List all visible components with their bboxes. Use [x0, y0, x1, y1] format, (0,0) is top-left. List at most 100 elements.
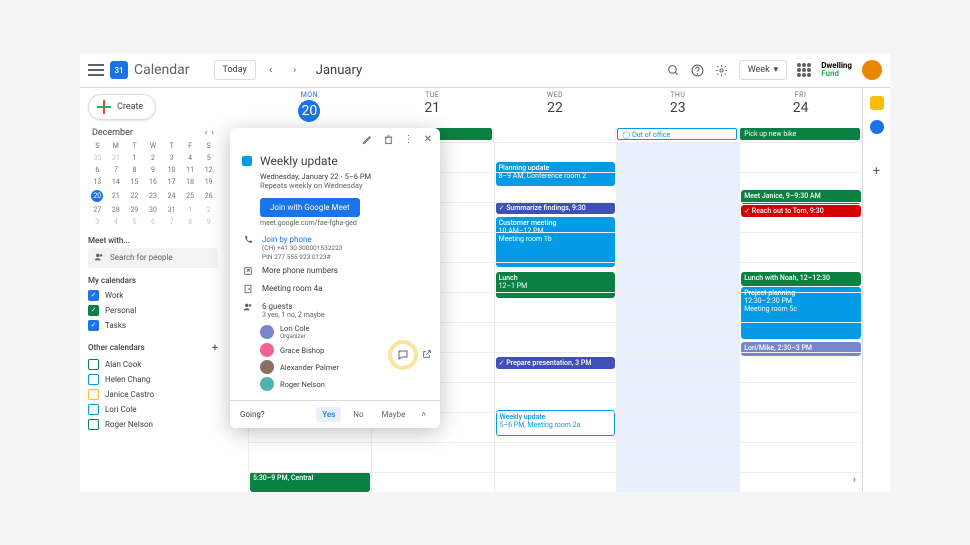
- calendar-event[interactable]: ✓ Reach out to Tom, 9:30: [741, 205, 861, 217]
- mini-day-cell[interactable]: 24: [162, 188, 181, 204]
- more-phones-link[interactable]: More phone numbers: [262, 266, 338, 275]
- calendar-event[interactable]: Planning update8–9 AM, Conference room 2: [496, 162, 616, 186]
- mini-day-cell[interactable]: 4: [107, 216, 126, 228]
- tasks-icon[interactable]: [870, 120, 884, 134]
- calendar-checkbox[interactable]: [88, 404, 99, 415]
- mini-day-cell[interactable]: 14: [107, 176, 126, 188]
- search-people-input[interactable]: Search for people: [88, 248, 218, 268]
- mini-day-cell[interactable]: 5: [125, 216, 144, 228]
- open-external-icon[interactable]: [422, 349, 432, 362]
- join-phone-link[interactable]: Join by phone: [262, 235, 342, 244]
- delete-icon[interactable]: [383, 134, 394, 148]
- day-column[interactable]: Planning update8–9 AM, Conference room 2…: [494, 142, 617, 492]
- calendar-row[interactable]: Alan Cook: [88, 357, 218, 372]
- calendar-row[interactable]: Janice Castro: [88, 387, 218, 402]
- guest-row[interactable]: Roger Nelson: [260, 377, 428, 391]
- apps-grid-icon[interactable]: [797, 63, 811, 77]
- day-column[interactable]: [616, 142, 739, 492]
- mini-day-cell[interactable]: 15: [125, 176, 144, 188]
- mini-day-cell[interactable]: 5: [199, 152, 218, 164]
- expand-chevron-icon[interactable]: ›: [853, 473, 856, 486]
- calendar-checkbox[interactable]: [88, 374, 99, 385]
- day-header[interactable]: TUE21: [371, 88, 494, 128]
- mini-day-cell[interactable]: 21: [107, 188, 126, 204]
- calendar-row[interactable]: ✓Tasks: [88, 318, 218, 333]
- calendar-checkbox[interactable]: ✓: [88, 305, 99, 316]
- chat-guests-icon[interactable]: [392, 344, 414, 366]
- next-week-button[interactable]: ›: [286, 61, 304, 79]
- mini-day-cell[interactable]: 7: [107, 164, 126, 176]
- view-selector[interactable]: Week ▾: [739, 60, 788, 80]
- mini-day-cell[interactable]: 22: [125, 188, 144, 204]
- mini-day-cell[interactable]: 27: [88, 204, 107, 216]
- day-header[interactable]: WED22: [494, 88, 617, 128]
- join-meet-button[interactable]: Join with Google Meet: [260, 198, 360, 217]
- calendar-row[interactable]: Lori Cole: [88, 402, 218, 417]
- mini-day-cell[interactable]: 9: [199, 216, 218, 228]
- mini-day-cell[interactable]: 20: [88, 188, 107, 204]
- prev-week-button[interactable]: ‹: [262, 61, 280, 79]
- mini-day-cell[interactable]: 6: [88, 164, 107, 176]
- mini-day-cell[interactable]: 30: [144, 204, 163, 216]
- mini-day-cell[interactable]: 8: [181, 216, 200, 228]
- create-button[interactable]: Create: [88, 94, 156, 120]
- day-header[interactable]: MON20: [248, 88, 371, 128]
- calendar-event[interactable]: Customer meeting10 AM–12 PMMeeting room …: [496, 217, 616, 267]
- calendar-checkbox[interactable]: [88, 419, 99, 430]
- calendar-event[interactable]: Weekly update5–6 PM, Meeting room 2a: [496, 410, 616, 436]
- calendar-event[interactable]: Project planning12:30–2:30 PMMeeting roo…: [741, 287, 861, 339]
- mini-day-cell[interactable]: 28: [107, 204, 126, 216]
- calendar-checkbox[interactable]: ✓: [88, 320, 99, 331]
- calendar-row[interactable]: ✓Personal: [88, 303, 218, 318]
- meet-link[interactable]: meet.google.com/fae-fgha-ged: [260, 219, 428, 227]
- add-calendar-icon[interactable]: +: [212, 341, 218, 354]
- mini-day-cell[interactable]: 8: [125, 164, 144, 176]
- calendar-checkbox[interactable]: [88, 359, 99, 370]
- allday-event[interactable]: ◯ Out of office: [617, 128, 737, 140]
- close-icon[interactable]: ✕: [424, 134, 432, 148]
- rsvp-no-button[interactable]: No: [347, 407, 369, 422]
- mini-day-cell[interactable]: 18: [181, 176, 200, 188]
- mini-day-cell[interactable]: 1: [181, 204, 200, 216]
- mini-day-cell[interactable]: 9: [144, 164, 163, 176]
- rsvp-maybe-button[interactable]: Maybe: [376, 407, 412, 422]
- calendar-event[interactable]: Lori/Mike, 2:30–3 PM: [741, 342, 861, 356]
- mini-day-cell[interactable]: 4: [181, 152, 200, 164]
- mini-day-cell[interactable]: 7: [162, 216, 181, 228]
- calendar-event[interactable]: ✓ Summarize findings, 9:30: [496, 202, 616, 214]
- mini-day-cell[interactable]: 1: [125, 152, 144, 164]
- calendar-row[interactable]: Roger Nelson: [88, 417, 218, 432]
- mini-prev-button[interactable]: ‹: [205, 128, 208, 138]
- edit-icon[interactable]: [362, 134, 373, 148]
- calendar-event[interactable]: Lunch with Noah, 12–12:30: [741, 272, 861, 286]
- mini-day-cell[interactable]: 11: [181, 164, 200, 176]
- mini-day-cell[interactable]: 26: [199, 188, 218, 204]
- mini-day-cell[interactable]: 13: [88, 176, 107, 188]
- mini-day-cell[interactable]: 2: [144, 152, 163, 164]
- mini-next-button[interactable]: ›: [211, 128, 214, 138]
- mini-day-cell[interactable]: 19: [199, 176, 218, 188]
- calendar-checkbox[interactable]: [88, 389, 99, 400]
- rsvp-more-icon[interactable]: ˄: [417, 410, 430, 419]
- allday-event[interactable]: Pick up new bike: [740, 128, 860, 140]
- mini-day-cell[interactable]: 10: [162, 164, 181, 176]
- keep-icon[interactable]: [870, 96, 884, 110]
- mini-day-cell[interactable]: 30: [88, 152, 107, 164]
- mini-day-cell[interactable]: 3: [162, 152, 181, 164]
- help-icon[interactable]: [691, 63, 705, 77]
- day-header[interactable]: THU23: [616, 88, 739, 128]
- today-button[interactable]: Today: [214, 60, 256, 80]
- mini-day-cell[interactable]: 23: [144, 188, 163, 204]
- menu-icon[interactable]: [88, 62, 104, 78]
- mini-day-cell[interactable]: 6: [144, 216, 163, 228]
- mini-day-cell[interactable]: 16: [144, 176, 163, 188]
- account-avatar[interactable]: [862, 60, 882, 80]
- mini-day-cell[interactable]: 2: [199, 204, 218, 216]
- mini-day-cell[interactable]: 29: [125, 204, 144, 216]
- more-icon[interactable]: ⋮: [404, 134, 414, 148]
- mini-day-cell[interactable]: 31: [162, 204, 181, 216]
- settings-icon[interactable]: [715, 63, 729, 77]
- rsvp-yes-button[interactable]: Yes: [316, 407, 341, 422]
- calendar-event[interactable]: ✓ Prepare presentation, 3 PM: [496, 357, 616, 369]
- day-column[interactable]: Meet Janice, 9–9:30 AM✓ Reach out to Tom…: [739, 142, 862, 492]
